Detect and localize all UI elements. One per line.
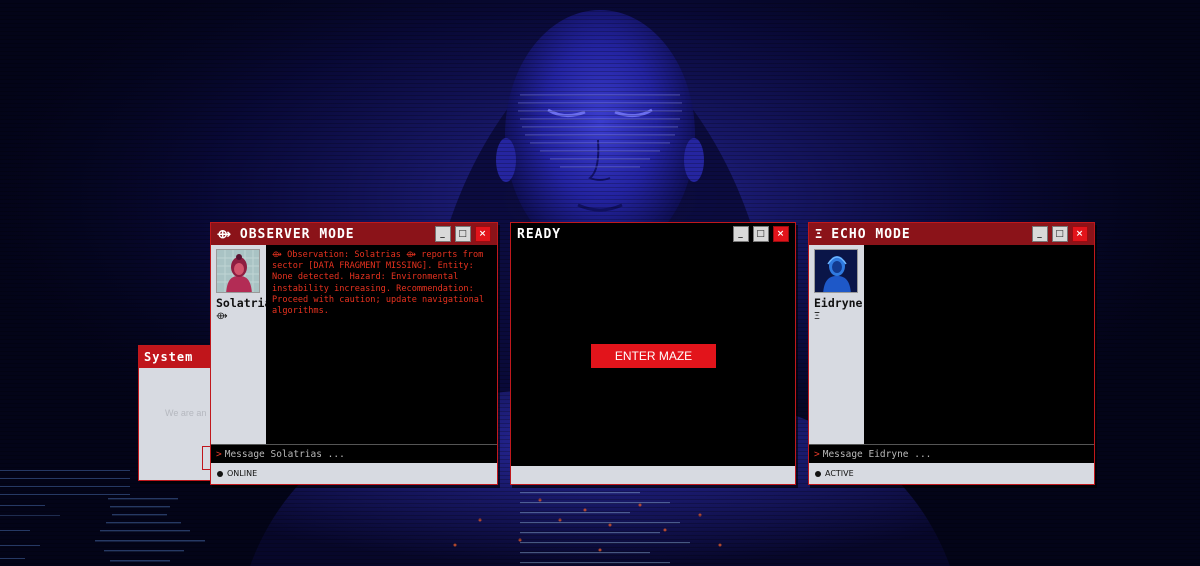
- user-name: Solatrias: [216, 296, 266, 310]
- system-message: We are an: [165, 408, 207, 418]
- message-input[interactable]: [822, 448, 1083, 460]
- avatar[interactable]: [216, 249, 260, 293]
- enter-maze-button[interactable]: ENTER MAZE: [591, 344, 716, 368]
- system-window: System We are an: [138, 345, 222, 481]
- window-controls: _ □ ×: [1032, 226, 1088, 242]
- window-controls: _ □ ×: [733, 226, 789, 242]
- minimize-button[interactable]: _: [733, 226, 749, 242]
- maximize-button[interactable]: □: [753, 226, 769, 242]
- status-dot-icon: [217, 470, 223, 477]
- close-button[interactable]: ×: [475, 226, 491, 242]
- close-button[interactable]: ×: [1072, 226, 1088, 242]
- message-input-bar: >: [809, 444, 1094, 463]
- observer-titlebar[interactable]: ⟴ OBSERVER MODE _ □ ×: [211, 223, 497, 245]
- message-area: ⟴ Observation: Solatrias ⟴ reports from …: [266, 245, 497, 444]
- message-area: [864, 245, 1094, 444]
- ready-title: READY: [517, 226, 562, 242]
- ready-titlebar[interactable]: READY _ □ ×: [511, 223, 795, 245]
- eye-reticle-icon: ⟴: [217, 227, 232, 241]
- status-text: ONLINE: [227, 469, 258, 478]
- minimize-button[interactable]: _: [435, 226, 451, 242]
- prompt-icon: >: [216, 448, 222, 460]
- message-text: ⟴ Observation: Solatrias ⟴ reports from …: [272, 250, 485, 317]
- user-sidebar: Solatrias ⟴: [211, 245, 266, 444]
- system-titlebar[interactable]: System: [139, 346, 219, 368]
- maximize-button[interactable]: □: [1052, 226, 1068, 242]
- minimize-button[interactable]: _: [1032, 226, 1048, 242]
- message-input[interactable]: [224, 448, 485, 460]
- status-bar: ACTIVE: [809, 463, 1094, 484]
- echo-title: ECHO MODE: [831, 226, 911, 242]
- system-title: System: [144, 350, 194, 364]
- triple-bar-icon: Ξ: [814, 311, 821, 322]
- echo-titlebar[interactable]: Ξ ECHO MODE _ □ ×: [809, 223, 1094, 245]
- avatar[interactable]: [814, 249, 858, 293]
- user-name: Eidryne: [814, 296, 863, 310]
- status-text: ACTIVE: [825, 469, 854, 478]
- status-bar: ONLINE: [211, 463, 497, 484]
- observer-mode-window: ⟴ OBSERVER MODE _ □ × Solatri ⟴ ⟴ Observ…: [210, 222, 498, 485]
- eye-reticle-icon: ⟴: [216, 311, 228, 322]
- close-button[interactable]: ×: [773, 226, 789, 242]
- message-input-bar: >: [211, 444, 497, 463]
- triple-bar-icon: Ξ: [815, 227, 824, 241]
- echo-mode-window: Ξ ECHO MODE _ □ × Eidryne Ξ > ACTIVE: [808, 222, 1095, 485]
- observer-title: OBSERVER MODE: [239, 226, 355, 242]
- user-sidebar: Eidryne Ξ: [809, 245, 864, 444]
- maximize-button[interactable]: □: [455, 226, 471, 242]
- prompt-icon: >: [814, 448, 820, 460]
- system-body: We are an: [139, 368, 222, 480]
- ready-bottom-bar: [511, 466, 795, 484]
- ready-window: READY _ □ × ENTER MAZE: [510, 222, 796, 485]
- status-dot-icon: [815, 470, 821, 477]
- window-controls: _ □ ×: [435, 226, 491, 242]
